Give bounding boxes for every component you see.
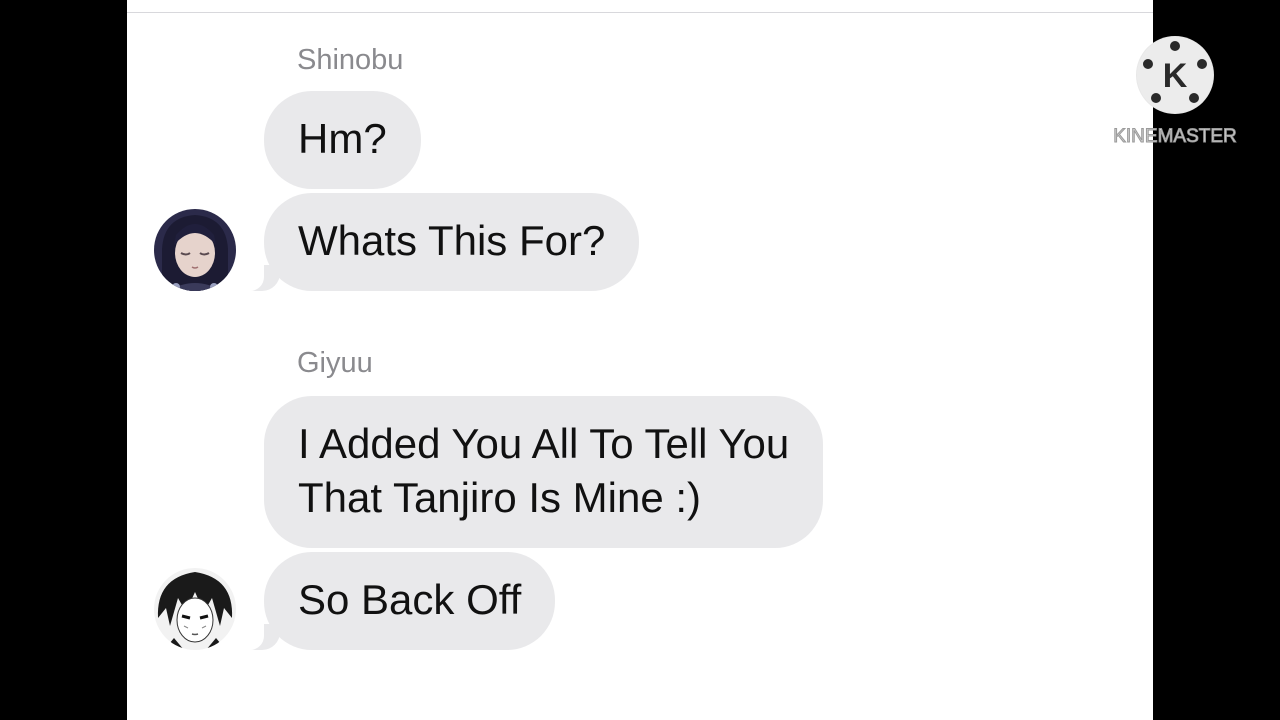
- giyuu-avatar-icon[interactable]: [154, 568, 236, 650]
- kinemaster-watermark: K KINEMASTER: [1110, 36, 1240, 156]
- chat-screen: Shinobu Hm? Whats This For? Giyuu I Adde…: [127, 0, 1153, 720]
- kinemaster-logo-icon: K: [1136, 36, 1214, 114]
- message-bubble[interactable]: So Back Off: [237, 552, 556, 650]
- top-divider: [127, 12, 1153, 13]
- message-text: Hm?: [298, 115, 387, 162]
- message-bubble[interactable]: I Added You All To Tell You That Tanjiro…: [264, 396, 824, 548]
- kinemaster-logo-letter: K: [1163, 57, 1188, 95]
- message-text: So Back Off: [298, 576, 522, 623]
- message-bubble[interactable]: Whats This For?: [237, 193, 640, 291]
- sender-name-shinobu: Shinobu: [297, 44, 404, 76]
- message-bubble[interactable]: Hm?: [264, 91, 421, 189]
- message-text: Whats This For?: [298, 217, 606, 264]
- message-text-line: I Added You All To Tell You: [298, 420, 790, 467]
- shinobu-avatar-icon[interactable]: [154, 209, 236, 291]
- message-text-line: That Tanjiro Is Mine :): [298, 474, 702, 521]
- sender-name-giyuu: Giyuu: [297, 347, 373, 379]
- watermark-text: KINEMASTER: [1113, 126, 1238, 148]
